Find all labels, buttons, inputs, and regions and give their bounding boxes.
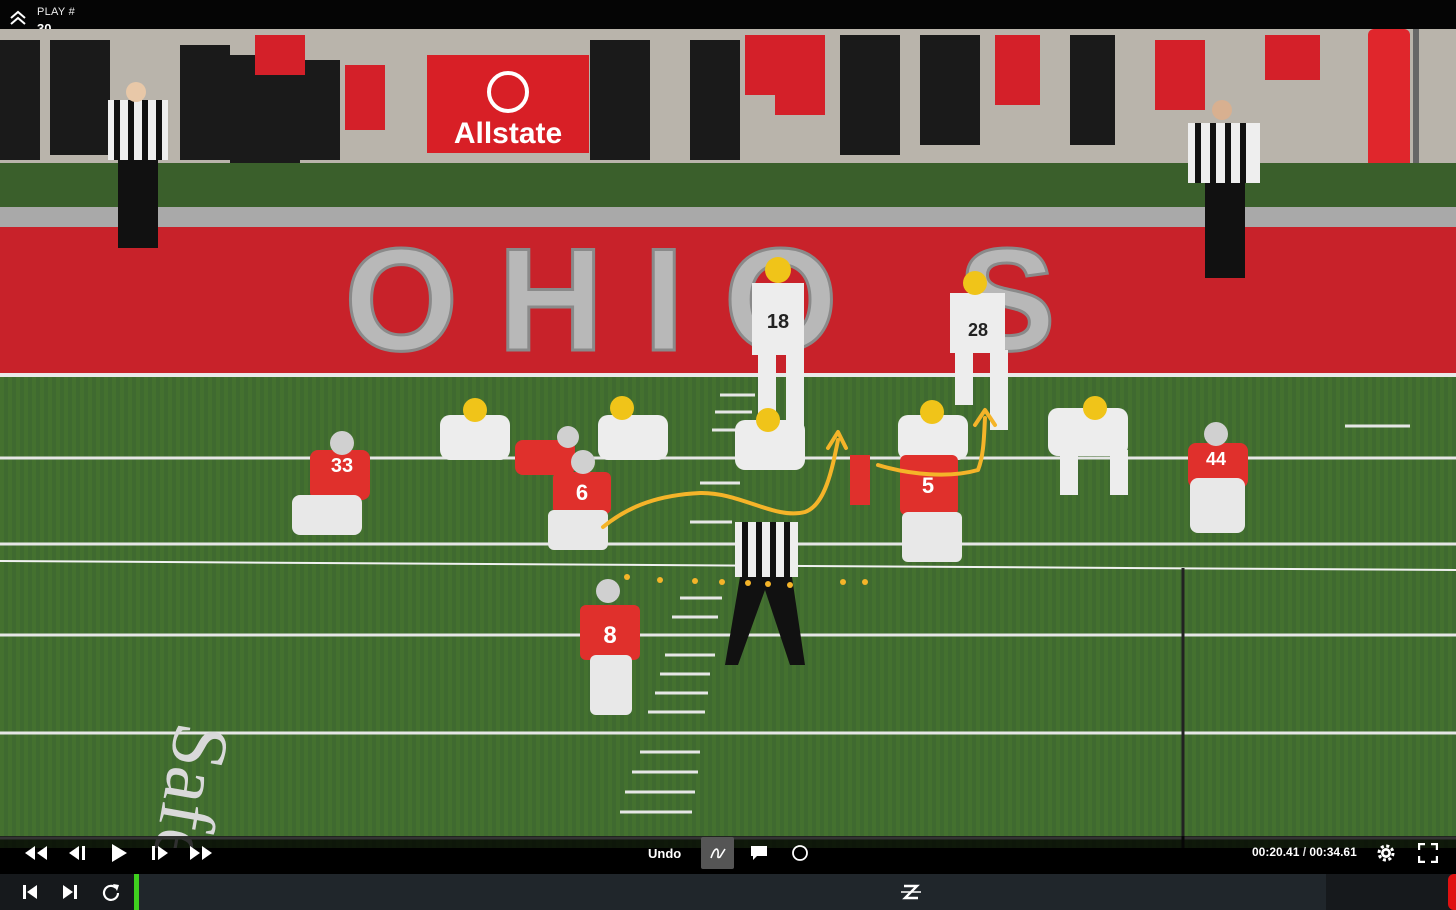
jersey-qb: 18 bbox=[767, 311, 789, 333]
goal-line bbox=[0, 373, 1456, 377]
timeline-end-marker bbox=[1448, 874, 1456, 910]
jersey-rb: 28 bbox=[968, 320, 988, 340]
jersey-44: 44 bbox=[1206, 449, 1226, 469]
current-time: 00:20.41 bbox=[1252, 845, 1300, 859]
play-icon[interactable] bbox=[106, 841, 132, 865]
skip-start-icon[interactable] bbox=[18, 880, 42, 904]
bottom-bar bbox=[0, 874, 1456, 910]
fast-forward-icon[interactable] bbox=[187, 841, 215, 865]
circle-icon[interactable] bbox=[789, 841, 811, 865]
jersey-33: 33 bbox=[331, 455, 353, 477]
step-forward-icon[interactable] bbox=[147, 841, 173, 865]
fullscreen-icon[interactable] bbox=[1416, 841, 1440, 865]
total-time: 00:34.61 bbox=[1309, 845, 1357, 859]
top-bar: PLAY # 30 bbox=[0, 0, 1456, 36]
time-separator: / bbox=[1302, 845, 1307, 859]
logo-icon bbox=[899, 880, 923, 904]
pen-icon[interactable] bbox=[701, 837, 734, 869]
sponsor-sign: Allstate bbox=[427, 55, 589, 153]
jersey-5: 5 bbox=[922, 473, 934, 498]
step-back-icon[interactable] bbox=[64, 841, 90, 865]
replay-icon[interactable] bbox=[99, 880, 123, 904]
skip-end-icon[interactable] bbox=[58, 880, 82, 904]
timeline-track[interactable] bbox=[136, 874, 1326, 910]
time-display: 00:20.41 / 00:34.61 bbox=[1252, 845, 1357, 859]
sponsor-text: Allstate bbox=[454, 117, 562, 150]
settings-icon[interactable] bbox=[1374, 841, 1398, 865]
video-scene: Allstate OHIO S Safe 18 28 33 6 5 44 8 bbox=[0, 29, 1456, 848]
rewind-icon[interactable] bbox=[22, 841, 50, 865]
jersey-8: 8 bbox=[603, 622, 616, 649]
video-frame[interactable]: Allstate OHIO S Safe 18 28 33 6 5 44 8 bbox=[0, 29, 1456, 848]
comment-icon[interactable] bbox=[748, 841, 770, 865]
collapse-icon[interactable] bbox=[8, 9, 28, 27]
timeline-playhead[interactable] bbox=[134, 874, 139, 910]
undo-button[interactable]: Undo bbox=[648, 841, 681, 865]
jersey-6: 6 bbox=[576, 480, 588, 505]
video-controls: Undo bbox=[0, 836, 1456, 870]
play-label: PLAY # bbox=[37, 6, 76, 18]
